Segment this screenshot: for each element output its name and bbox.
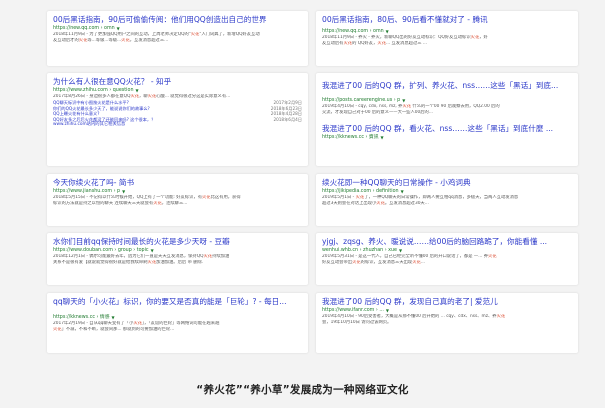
related-date: 2018年6月4日 [273,116,302,122]
url-text: https://kknews.cc › 資訊 [322,135,379,140]
chevron-down-icon[interactable]: ▼ [386,28,389,35]
result-title[interactable]: qq聊天的「小火花」标识，你的要又是否真的能是「巨轮」? - 每日... [53,297,302,307]
result-card-right-3: 续火花即一种QQ聊天的日常操作 - 小鸡词典 https://jikipedia… [316,174,578,226]
result-url[interactable]: https://new.qq.com › omn ▼ [322,28,572,35]
chevron-down-icon[interactable]: ▼ [151,247,154,254]
result-title[interactable]: 水你们目前qq保持时间最长的火花是多少天呀 - 豆瓣 [53,237,302,247]
chevron-down-icon[interactable]: ▼ [402,97,405,104]
result-snippet: 超过3天则会在对话上出现小火花。互发消息超过30天... [322,201,429,206]
result-card-left-4: 水你们目前qq保持时间最长的火花是多少天呀 - 豆瓣 https://www.d… [47,233,308,285]
url-text: https://www.ifanr.com › ... [322,308,384,313]
url-text: https://www.douban.com › group › topic [53,248,149,253]
result-url[interactable]: https://jikipedia.com › definition ▼ [322,188,572,195]
result-title[interactable]: 今天你续火花了吗- 简书 [53,178,302,188]
chevron-down-icon[interactable]: ▼ [401,188,404,195]
result-card-right-2: 我混进了00 后的QQ 群，扩列、养火花、nss……这些「黑话」到底... ht… [316,73,578,166]
result-url[interactable]: https://new.qq.com › omn ▼ [53,25,302,32]
result-card-right-5: 我混进了00 后的QQ 群，发现自己真的老了| 爱范儿 https://www.… [316,293,578,353]
result-title[interactable]: 续火花即一种QQ聊天的日常操作 - 小鸡词典 [322,178,572,188]
chevron-down-icon[interactable]: ▼ [399,247,402,254]
result-title[interactable]: 我混进了00 后的QQ 群，看火花、nss……这些「黑话」到底什麼 ... [322,124,572,134]
result-url[interactable]: wenhui.whb.cn › zhuzhan › xue ▼ [322,247,572,254]
result-url[interactable]: https://www.douban.com › group › topic ▼ [53,247,302,254]
result-snippet: 好友互动会带出火花的标识，互发消息三天出现火花... [322,260,425,265]
result-title[interactable]: 00后黑话指南，80后、90后看不懂就对了 - 腾讯 [322,15,572,25]
url-text: https://kknews.cc › 情感 [53,315,110,320]
result-snippet: 友互动后才的火花等...等级...等级...火花，互发消息超过三... [53,38,169,43]
chevron-down-icon[interactable]: ▼ [112,314,115,321]
result-url[interactable]: https://www.ifanr.com › ... ▼ [322,307,572,314]
result-card-left-3: 今天你续火花了吗- 简书 https://www.jianshu.com › p… [47,174,308,226]
url-text: wenhui.whb.cn › zhuzhan › xue [322,248,397,253]
chevron-down-icon[interactable]: ▼ [122,188,125,195]
figure-caption: “养火花”“养小草”发展成为一种网络亚文化 [196,384,409,396]
url-text: https://jikipedia.com › definition [322,189,399,194]
result-title[interactable]: 我混进了00 后的QQ 群，扩列、养火花、nss……这些「黑话」到底... [322,81,572,91]
more-results-link[interactable]: www.zhihu.com站内的其它相关信息 [53,122,302,128]
chevron-down-icon[interactable]: ▼ [117,25,120,32]
result-snippet: 关系不是很有爱【就说就觉得很好就是给我续命刷火花加油加油。后后 带 删除. [53,260,204,265]
url-text: https://www.zhihu.com › question [53,88,134,93]
result-title[interactable]: 我混进了00 后的QQ 群，发现自己真的老了| 爱范儿 [322,297,572,307]
url-text: https://new.qq.com › omn [322,29,384,34]
result-snippet: 会，19年10月10日 访问过该网页。 [322,320,392,325]
result-title[interactable]: 为什么有人很在意QQ火花？ - 知乎 [53,77,302,87]
result-card-left-1: 00后黑话指南，90后可偷偷传阅：他们用QQ创造出自己的世界 https://n… [47,11,308,66]
result-snippet: 标识的方法就是持之以恒的聊天 连续聊天三天就会有火花，连续聊三... [53,201,188,206]
result-url[interactable]: https://kknews.cc › 情感 ▼ [53,314,302,321]
result-title[interactable]: yjgj、zqsg、养火、暖说说……给00后的脑回路跪了，你能看懂 ... [322,237,572,247]
url-text: https://new.qq.com › omn [53,26,115,31]
result-title[interactable]: 00后黑话指南，90后可偷偷传阅：他们用QQ创造出自己的世界 [53,15,302,25]
chevron-down-icon[interactable]: ▼ [386,307,389,314]
result-url[interactable]: https://kknews.cc › 資訊 ▼ [322,134,572,141]
url-text: https://posts.careerengine.us › p [322,98,401,103]
url-text: https://www.jianshu.com › p [53,189,121,194]
result-card-right-4: yjgj、zqsg、养火、暖说说……给00后的脑回路跪了，你能看懂 ... we… [316,233,578,285]
result-url[interactable]: https://www.zhihu.com › question ▼ [53,87,302,94]
result-card-right-1: 00后黑话指南，80后、90后看不懂就对了 - 腾讯 https://new.q… [316,11,578,66]
result-snippet: 交流，才发现自己对于00 后的意义——大一些人00后的... [322,110,433,115]
chevron-down-icon[interactable]: ▼ [135,87,138,94]
result-url[interactable]: https://www.jianshu.com › p ▼ [53,188,302,195]
result-snippet: 火花」不减，不和不断，就会同那... 那就到的可要加油的巨轮... [53,327,175,332]
chevron-down-icon[interactable]: ▼ [381,134,384,141]
result-url[interactable]: https://posts.careerengine.us › p ▼ [322,97,572,104]
result-card-left-2: 为什么有人很在意QQ火花？ - 知乎 https://www.zhihu.com… [47,73,308,166]
result-card-left-5: qq聊天的「小火花」标识，你的要又是否真的能是「巨轮」? - 每日... htt… [47,293,308,353]
result-snippet: 友互动后有火花的 QQ好友，火花... 互发消息超过三 ... [322,41,428,46]
